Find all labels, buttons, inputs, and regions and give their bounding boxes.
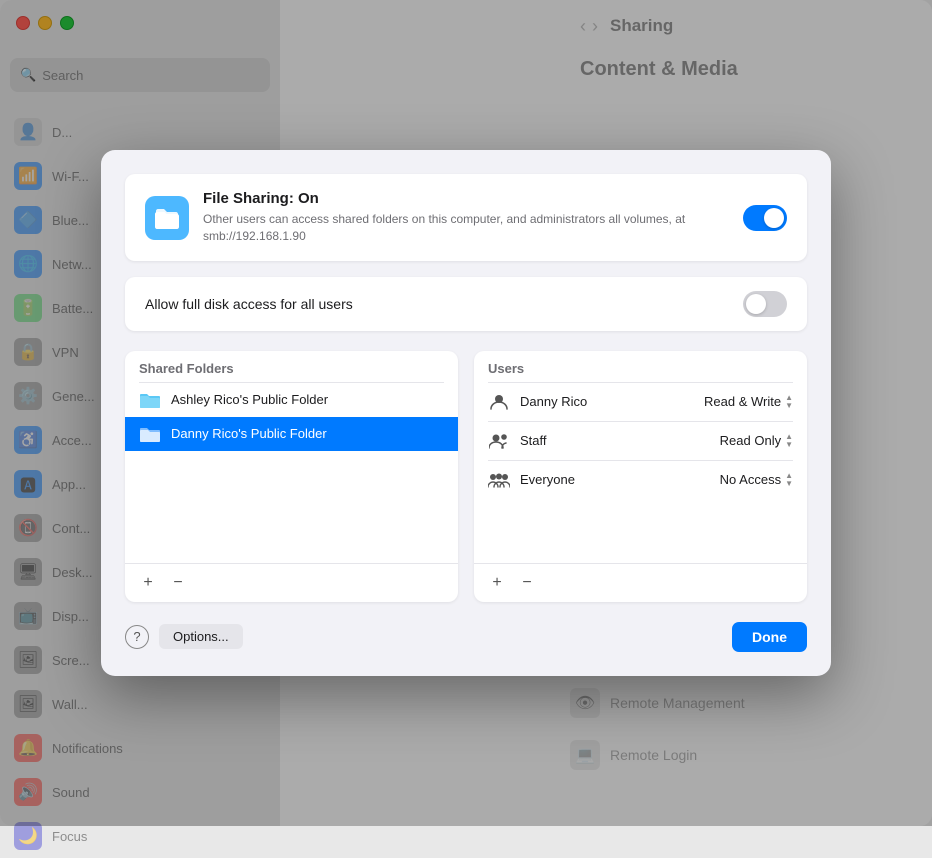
disk-access-toggle[interactable] [743, 291, 787, 317]
add-folder-button[interactable]: + [137, 572, 159, 594]
file-sharing-text: File Sharing: On Other users can access … [203, 190, 729, 245]
everyone-permission-control[interactable]: No Access ▲ ▼ [720, 472, 793, 488]
everyone-permission-stepper[interactable]: ▲ ▼ [785, 472, 793, 488]
folder-item-danny[interactable]: Danny Rico's Public Folder [125, 417, 458, 451]
everyone-permission-label: No Access [720, 472, 781, 487]
users-list: Danny Rico Read & Write ▲ ▼ [474, 383, 807, 563]
two-col-section: Shared Folders Ashley Rico's Public Fold… [125, 351, 807, 602]
sharing-modal: File Sharing: On Other users can access … [101, 150, 831, 676]
folder-name-danny: Danny Rico's Public Folder [171, 426, 327, 441]
users-header: Users [474, 351, 807, 382]
user-icon-staff [488, 430, 510, 452]
folder-item-ashley[interactable]: Ashley Rico's Public Folder [125, 383, 458, 417]
disk-access-row: Allow full disk access for all users [125, 277, 807, 331]
add-user-button[interactable]: + [486, 572, 508, 594]
folder-icon-svg [154, 207, 180, 229]
staff-permission-label: Read Only [720, 433, 781, 448]
user-icon-danny [488, 391, 510, 413]
disk-access-label: Allow full disk access for all users [145, 296, 353, 312]
options-button[interactable]: Options... [159, 624, 243, 649]
file-sharing-card: File Sharing: On Other users can access … [125, 174, 807, 261]
remove-folder-button[interactable]: − [167, 572, 189, 594]
single-user-icon [490, 393, 508, 411]
staff-permission-stepper[interactable]: ▲ ▼ [785, 433, 793, 449]
users-section: Users Danny Rico Read & Write [474, 351, 807, 602]
shared-folders-header: Shared Folders [125, 351, 458, 382]
staff-permission-control[interactable]: Read Only ▲ ▼ [720, 433, 793, 449]
focus-icon: 🌙 [14, 822, 42, 850]
sidebar-label-focus: Focus [52, 829, 87, 844]
users-footer: + − [474, 563, 807, 602]
user-name-staff: Staff [520, 433, 710, 448]
user-name-danny-rico: Danny Rico [520, 394, 694, 409]
group-icon-staff [489, 432, 509, 450]
folders-footer: + − [125, 563, 458, 602]
user-item-staff: Staff Read Only ▲ ▼ [474, 422, 807, 460]
shared-folders-section: Shared Folders Ashley Rico's Public Fold… [125, 351, 458, 602]
file-sharing-description: Other users can access shared folders on… [203, 211, 729, 245]
danny-permission-label: Read & Write [704, 394, 781, 409]
danny-permission-control[interactable]: Read & Write ▲ ▼ [704, 394, 793, 410]
remove-user-button[interactable]: − [516, 572, 538, 594]
file-sharing-title: File Sharing: On [203, 190, 729, 207]
folder-icon-ashley [139, 391, 161, 409]
modal-overlay: File Sharing: On Other users can access … [0, 0, 932, 826]
user-name-everyone: Everyone [520, 472, 710, 487]
user-item-danny-rico: Danny Rico Read & Write ▲ ▼ [474, 383, 807, 421]
file-sharing-toggle[interactable] [743, 205, 787, 231]
file-sharing-icon [145, 196, 189, 240]
everyone-icon [488, 471, 510, 489]
folder-name-ashley: Ashley Rico's Public Folder [171, 392, 328, 407]
done-button[interactable]: Done [732, 622, 807, 652]
danny-permission-stepper[interactable]: ▲ ▼ [785, 394, 793, 410]
folder-list: Ashley Rico's Public Folder Danny Rico's… [125, 383, 458, 563]
help-button[interactable]: ? [125, 625, 149, 649]
folder-icon-danny [139, 425, 161, 443]
modal-footer: ? Options... Done [125, 622, 807, 652]
user-item-everyone: Everyone No Access ▲ ▼ [474, 461, 807, 499]
user-icon-everyone [488, 469, 510, 491]
